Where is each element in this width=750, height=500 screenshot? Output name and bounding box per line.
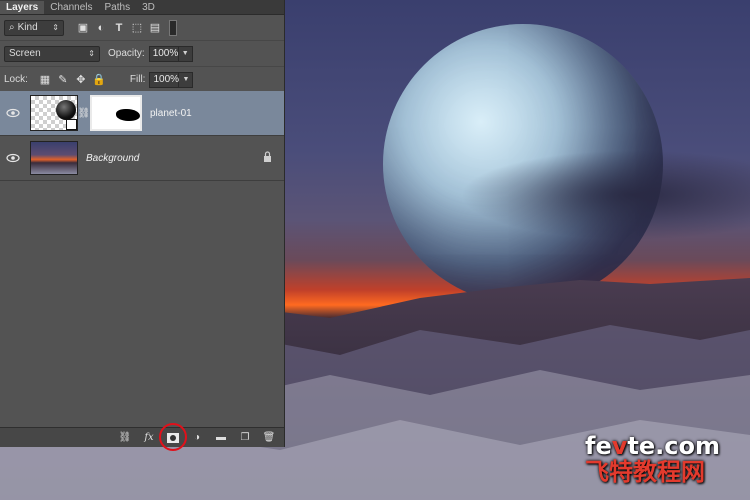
blend-mode-label: Screen — [9, 48, 41, 59]
tab-3d[interactable]: 3D — [136, 1, 161, 14]
layer-mask-thumbnail[interactable] — [90, 95, 142, 131]
highlight-circle — [159, 422, 187, 451]
blend-row: Screen ⇕ Opacity: 100% ▼ — [0, 41, 284, 67]
adjustment-layer-icon[interactable]: ◑ — [188, 430, 206, 446]
smart-object-filter-icon[interactable]: ▤ — [146, 20, 164, 36]
opacity-slider-button[interactable]: ▼ — [178, 45, 193, 62]
planet-thumb-image — [56, 100, 76, 120]
eye-icon[interactable] — [0, 153, 26, 163]
type-filter-icon[interactable]: T — [110, 20, 128, 36]
add-layer-mask-button[interactable] — [159, 422, 187, 451]
search-icon: ⌕ — [9, 22, 15, 33]
layers-bottom-bar: ⛓ fx ◑ ▬ ❐ 🗑 — [0, 422, 284, 451]
chain-link-icon[interactable]: ⛓ — [78, 108, 91, 119]
link-layers-icon[interactable]: ⛓ — [116, 430, 134, 446]
chevron-updown-icon: ⇕ — [52, 23, 59, 32]
image-filter-icon[interactable]: ▣ — [74, 20, 92, 36]
lock-position-icon[interactable]: ✥ — [72, 72, 90, 88]
layers-panel: Layers Channels Paths 3D ⌕ Kind ⇕ ▣ ◐ T … — [0, 0, 285, 451]
layer-row-planet-01[interactable]: ⛓ planet-01 — [0, 91, 284, 136]
panel-tabs: Layers Channels Paths 3D — [0, 0, 284, 15]
lock-image-pixels-icon[interactable]: ✎ — [54, 72, 72, 88]
cloud-band — [460, 150, 750, 240]
lock-label: Lock: — [4, 74, 28, 85]
lock-icon — [263, 151, 272, 165]
mask-shape — [116, 109, 140, 121]
layer-name[interactable]: planet-01 — [150, 108, 192, 119]
watermark-prefix: fe — [585, 432, 612, 460]
new-group-folder-icon[interactable]: ▬ — [212, 430, 230, 446]
tab-paths[interactable]: Paths — [99, 1, 137, 14]
lock-all-icon[interactable]: 🔒 — [90, 72, 108, 88]
filter-row: ⌕ Kind ⇕ ▣ ◐ T ⬚ ▤ — [0, 15, 284, 41]
tab-layers[interactable]: Layers — [0, 1, 45, 14]
chevron-updown-icon: ⇕ — [88, 49, 95, 58]
adjustment-filter-icon[interactable]: ◐ — [92, 20, 110, 36]
watermark-chinese: 飞特教程网 — [585, 458, 705, 486]
blend-mode-dropdown[interactable]: Screen ⇕ — [4, 45, 100, 62]
lock-row: Lock: ▦ ✎ ✥ 🔒 Fill: 100% ▼ — [0, 67, 284, 93]
filter-kind-dropdown[interactable]: ⌕ Kind ⇕ — [4, 19, 64, 36]
trash-icon[interactable]: 🗑 — [260, 430, 278, 446]
layer-name[interactable]: Background — [86, 153, 139, 164]
fill-input[interactable]: 100% — [149, 71, 180, 88]
opacity-label: Opacity: — [108, 48, 145, 59]
layer-row-background[interactable]: Background — [0, 136, 284, 181]
watermark: fevte.com 飞特教程网 — [585, 433, 720, 485]
background-thumbnail[interactable] — [30, 141, 78, 175]
fill-slider-button[interactable]: ▼ — [179, 71, 194, 88]
filter-kind-label: Kind — [17, 22, 38, 33]
opacity-input[interactable]: 100% — [148, 45, 179, 62]
watermark-domain: fevte.com — [585, 433, 720, 459]
watermark-suffix: te.com — [627, 432, 720, 460]
fx-icon[interactable]: fx — [140, 430, 158, 446]
fill-label: Fill: — [129, 74, 146, 85]
filter-toggle-icon[interactable] — [164, 19, 182, 36]
layer-thumbnail[interactable] — [30, 95, 78, 131]
lock-transparent-pixels-icon[interactable]: ▦ — [36, 72, 54, 88]
smart-object-badge-icon — [66, 119, 77, 130]
watermark-red-letter: v — [611, 432, 628, 460]
tab-channels[interactable]: Channels — [44, 1, 98, 14]
shape-filter-icon[interactable]: ⬚ — [128, 20, 146, 36]
eye-icon[interactable] — [0, 108, 26, 118]
new-layer-icon[interactable]: ❐ — [236, 430, 254, 446]
